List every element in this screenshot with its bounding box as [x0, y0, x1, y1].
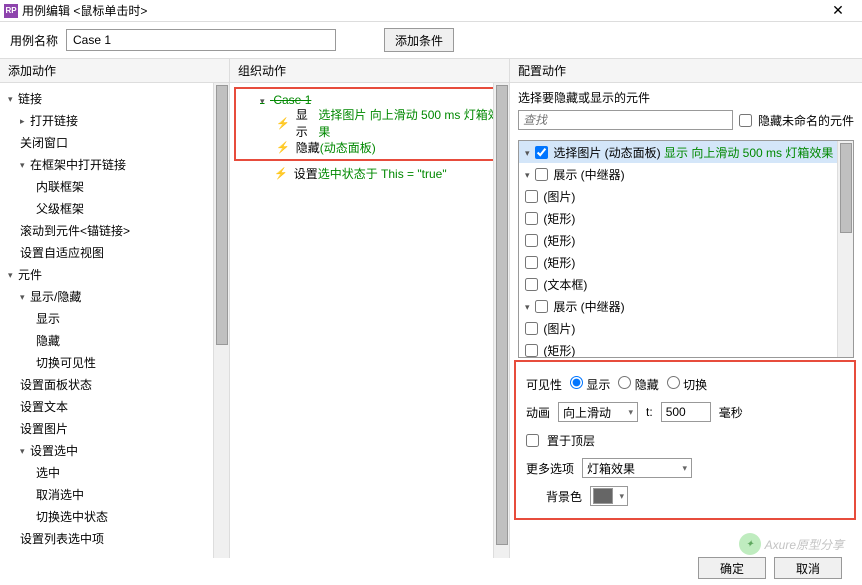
caret-icon [20, 113, 30, 127]
cancel-button[interactable]: 取消 [774, 557, 842, 579]
elem-checkbox[interactable] [525, 190, 538, 203]
tree-inline-frame[interactable]: 内联框架 [0, 175, 229, 197]
bgcolor-label: 背景色 [546, 488, 582, 505]
search-input[interactable] [518, 110, 733, 130]
caret-icon [260, 93, 270, 107]
tree-show[interactable]: 显示 [0, 307, 229, 329]
tree-set-panel-state[interactable]: 设置面板状态 [0, 373, 229, 395]
elem-row[interactable]: (矩形) [519, 339, 853, 358]
caret-icon [8, 91, 18, 105]
tree-show-hide[interactable]: 显示/隐藏 [0, 285, 229, 307]
add-action-header: 添加动作 [0, 59, 229, 83]
tree-toggle-vis[interactable]: 切换可见性 [0, 351, 229, 373]
duration-input[interactable] [661, 402, 711, 422]
scrollbar[interactable] [213, 83, 229, 558]
bolt-icon: ⚡ [276, 117, 290, 130]
elem-row-selected[interactable]: 选择图片 (动态面板) 显示 向上滑动 500 ms 灯箱效果 [519, 141, 853, 163]
case-name-input[interactable] [66, 29, 336, 51]
elem-row[interactable]: (图片) [519, 185, 853, 207]
scrollbar[interactable] [837, 141, 853, 357]
tree-set-image[interactable]: 设置图片 [0, 417, 229, 439]
elem-checkbox[interactable] [535, 146, 548, 159]
t-label: t: [646, 405, 653, 419]
elem-checkbox[interactable] [525, 278, 538, 291]
tree-open-link[interactable]: 打开链接 [0, 109, 229, 131]
caret-icon [20, 443, 30, 457]
elem-checkbox[interactable] [535, 168, 548, 181]
elem-checkbox[interactable] [525, 322, 538, 335]
config-action-header: 配置动作 [510, 59, 862, 83]
elem-row[interactable]: (矩形) [519, 251, 853, 273]
more-options-label: 更多选项 [526, 460, 574, 477]
tree-parent-frame[interactable]: 父级框架 [0, 197, 229, 219]
caret-icon [20, 289, 30, 303]
bolt-icon: ⚡ [274, 167, 288, 180]
caret-icon [8, 267, 18, 281]
ok-button[interactable]: 确定 [698, 557, 766, 579]
tree-set-adaptive[interactable]: 设置自适应视图 [0, 241, 229, 263]
caret-icon [525, 145, 535, 159]
hide-unnamed-label: 隐藏未命名的元件 [758, 112, 854, 129]
elem-row[interactable]: 展示 (中继器) [519, 295, 853, 317]
tree-set-list-sel[interactable]: 设置列表选中项 [0, 527, 229, 549]
elem-checkbox[interactable] [535, 300, 548, 313]
bring-to-front-label: 置于顶层 [547, 432, 595, 449]
org-action-header: 组织动作 [230, 59, 509, 83]
anim-select[interactable]: 向上滑动 [558, 402, 638, 422]
tree-toggle-sel[interactable]: 切换选中状态 [0, 505, 229, 527]
elem-checkbox[interactable] [525, 234, 538, 247]
bring-to-front-checkbox[interactable] [526, 434, 539, 447]
element-tree[interactable]: 选择图片 (动态面板) 显示 向上滑动 500 ms 灯箱效果 展示 (中继器)… [518, 140, 854, 358]
bolt-icon: ⚡ [276, 141, 290, 154]
radio-show[interactable]: 显示 [570, 376, 610, 393]
case-name-label: 用例名称 [10, 32, 58, 49]
org-action-set[interactable]: ⚡设置 选中状态于 This = "true" [234, 161, 509, 185]
caret-icon [525, 167, 535, 181]
caret-icon [20, 157, 30, 171]
tree-close-window[interactable]: 关闭窗口 [0, 131, 229, 153]
bgcolor-picker[interactable] [590, 486, 628, 506]
window-title: 用例编辑 <鼠标单击时> [22, 2, 818, 19]
anim-label: 动画 [526, 404, 550, 421]
tree-selected[interactable]: 选中 [0, 461, 229, 483]
tree-set-selected[interactable]: 设置选中 [0, 439, 229, 461]
elem-row[interactable]: (矩形) [519, 207, 853, 229]
elem-row[interactable]: (矩形) [519, 229, 853, 251]
more-options-select[interactable]: 灯箱效果 [582, 458, 692, 478]
org-action-show[interactable]: ⚡显示 选择图片 向上滑动 500 ms 灯箱效果 [236, 111, 501, 135]
tree-deselect[interactable]: 取消选中 [0, 483, 229, 505]
choose-element-label: 选择要隐藏或显示的元件 [518, 89, 854, 106]
app-icon: RP [4, 4, 18, 18]
radio-toggle[interactable]: 切换 [667, 376, 707, 393]
caret-icon [525, 299, 535, 313]
tree-widgets[interactable]: 元件 [0, 263, 229, 285]
radio-hide[interactable]: 隐藏 [618, 376, 658, 393]
hide-unnamed-checkbox[interactable] [739, 114, 752, 127]
tree-links[interactable]: 链接 [0, 87, 229, 109]
tree-open-in-frame[interactable]: 在框架中打开链接 [0, 153, 229, 175]
tree-scroll-to[interactable]: 滚动到元件<锚链接> [0, 219, 229, 241]
tree-hide[interactable]: 隐藏 [0, 329, 229, 351]
visibility-label: 可见性 [526, 376, 562, 393]
elem-checkbox[interactable] [525, 212, 538, 225]
tree-set-text[interactable]: 设置文本 [0, 395, 229, 417]
elem-row[interactable]: (图片) [519, 317, 853, 339]
add-condition-button[interactable]: 添加条件 [384, 28, 454, 52]
scrollbar[interactable] [493, 83, 509, 558]
elem-row[interactable]: (文本框) [519, 273, 853, 295]
ms-label: 毫秒 [719, 404, 743, 421]
elem-checkbox[interactable] [525, 256, 538, 269]
color-swatch-icon [593, 488, 613, 504]
elem-row[interactable]: 展示 (中继器) [519, 163, 853, 185]
elem-checkbox[interactable] [525, 344, 538, 357]
close-button[interactable]: ✕ [818, 0, 858, 22]
